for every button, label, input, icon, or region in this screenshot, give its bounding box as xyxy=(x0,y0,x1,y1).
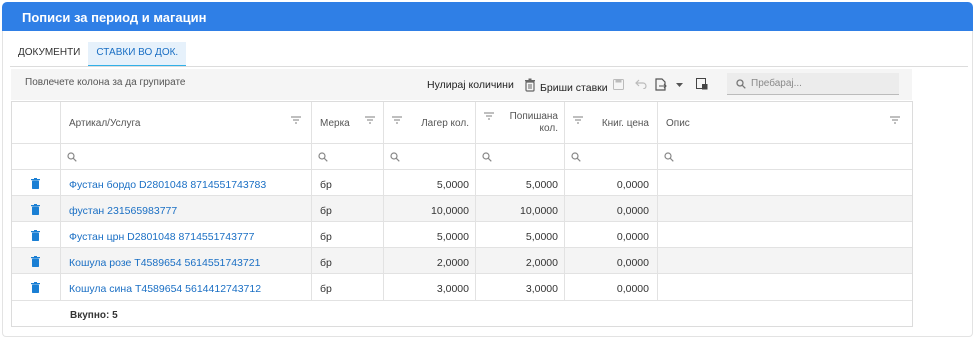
unit-cell: бр xyxy=(320,205,332,217)
trash-icon[interactable] xyxy=(31,230,40,244)
search-icon xyxy=(482,152,492,165)
header-description: Опис xyxy=(666,118,690,129)
search-icon xyxy=(318,152,328,165)
panel: Пописи за период и магацин ДОКУМЕНТИ СТА… xyxy=(0,0,975,339)
filter-icon[interactable] xyxy=(365,116,375,127)
filter-icon[interactable] xyxy=(890,116,900,127)
article-link[interactable]: Фустан бордо D2801048 8714551743783 xyxy=(69,179,266,191)
filter-icon[interactable] xyxy=(573,116,583,127)
stock-qty-cell: 10,0000 xyxy=(431,205,469,217)
counted-qty-cell: 5,0000 xyxy=(525,231,558,243)
search-icon xyxy=(664,152,674,165)
reset-quantities-button[interactable]: Нулирај количини xyxy=(427,79,514,91)
header-cell-stock-qty[interactable]: Лагер кол. xyxy=(384,102,476,143)
unit-cell: бр xyxy=(320,179,332,191)
tab-document-items[interactable]: СТАВКИ ВО ДОК. xyxy=(88,42,187,67)
tabs-divider xyxy=(10,66,968,67)
items-grid: Артикал/Услуга Мерка Лагер кол. Попишана… xyxy=(11,101,913,327)
filter-cell-actions xyxy=(12,144,61,169)
grid-header-row: Артикал/Услуга Мерка Лагер кол. Попишана… xyxy=(12,102,912,144)
unit-cell: бр xyxy=(320,231,332,243)
save-icon[interactable] xyxy=(611,77,625,91)
header-cell-description[interactable]: Опис xyxy=(658,102,912,143)
article-link[interactable]: Кошула розе T4589654 5614551743721 xyxy=(69,257,260,269)
trash-icon[interactable] xyxy=(523,78,537,92)
search-icon xyxy=(67,152,77,165)
header-stock-qty: Лагер кол. xyxy=(421,118,469,129)
search-icon xyxy=(571,152,581,165)
counted-qty-cell: 2,0000 xyxy=(525,257,558,269)
search-placeholder: Пребарај... xyxy=(751,78,802,89)
filter-icon[interactable] xyxy=(392,116,402,127)
header-article: Артикал/Услуга xyxy=(69,118,141,129)
filter-cell-unit[interactable] xyxy=(312,144,384,169)
article-link[interactable]: Кошула сина T4589654 5614412743712 xyxy=(69,283,261,295)
book-price-cell: 0,0000 xyxy=(616,231,649,243)
row-actions xyxy=(12,274,61,300)
unit-cell: бр xyxy=(320,283,332,295)
stock-qty-cell: 2,0000 xyxy=(436,257,469,269)
trash-icon[interactable] xyxy=(31,282,40,296)
header-cell-unit[interactable]: Мерка xyxy=(312,102,384,143)
panel-title: Пописи за период и магацин xyxy=(2,2,973,31)
counted-qty-cell: 3,0000 xyxy=(525,283,558,295)
counted-qty-cell: 5,0000 xyxy=(525,179,558,191)
header-counted-qty-line1: Попишана xyxy=(509,111,558,122)
stock-qty-cell: 3,0000 xyxy=(436,283,469,295)
stock-qty-cell: 5,0000 xyxy=(436,231,469,243)
article-link[interactable]: Фустан црн D2801048 8714551743777 xyxy=(69,231,254,243)
tab-bar: ДОКУМЕНТИ СТАВКИ ВО ДОК. xyxy=(10,42,187,67)
unit-cell: бр xyxy=(320,257,332,269)
header-cell-book-price[interactable]: Книг. цена xyxy=(565,102,658,143)
grid-total-summary: Вкупно: 5 xyxy=(70,310,118,321)
trash-icon[interactable] xyxy=(31,204,40,218)
book-price-cell: 0,0000 xyxy=(616,283,649,295)
stock-qty-cell: 5,0000 xyxy=(436,179,469,191)
filter-cell-article[interactable] xyxy=(61,144,312,169)
header-cell-article[interactable]: Артикал/Услуга xyxy=(61,102,312,143)
book-price-cell: 0,0000 xyxy=(616,179,649,191)
table-row: фустан 231565983777 бр 10,0000 10,0000 0… xyxy=(12,196,912,222)
undo-icon[interactable] xyxy=(634,77,648,91)
table-row: Фустан бордо D2801048 8714551743783 бр 5… xyxy=(12,170,912,196)
row-actions xyxy=(12,196,61,221)
header-counted-qty-line2: кол. xyxy=(539,123,558,134)
header-cell-actions xyxy=(12,102,61,143)
book-price-cell: 0,0000 xyxy=(616,205,649,217)
table-row: Фустан црн D2801048 8714551743777 бр 5,0… xyxy=(12,222,912,248)
trash-icon[interactable] xyxy=(31,256,40,270)
header-counted-qty: Попишана кол. xyxy=(510,111,558,135)
header-cell-counted-qty[interactable]: Попишана кол. xyxy=(476,102,565,143)
column-chooser-icon[interactable] xyxy=(695,77,709,91)
filter-icon[interactable] xyxy=(291,116,301,127)
chevron-down-icon[interactable] xyxy=(672,78,686,92)
group-panel-hint: Повлечете колона за да групирате xyxy=(25,77,186,88)
filter-row xyxy=(12,144,912,170)
filter-cell-book-price[interactable] xyxy=(565,144,658,169)
filter-cell-description[interactable] xyxy=(658,144,912,169)
search-input[interactable]: Пребарај... xyxy=(727,73,899,95)
row-actions xyxy=(12,170,61,195)
table-row: Кошула сина T4589654 5614412743712 бр 3,… xyxy=(12,274,912,301)
book-price-cell: 0,0000 xyxy=(616,257,649,269)
search-icon xyxy=(390,152,400,165)
counted-qty-cell: 10,0000 xyxy=(520,205,558,217)
filter-icon[interactable] xyxy=(484,112,494,123)
row-actions xyxy=(12,222,61,247)
export-icon[interactable] xyxy=(654,77,668,91)
header-book-price: Книг. цена xyxy=(601,118,649,129)
filter-cell-stock-qty[interactable] xyxy=(384,144,476,169)
trash-icon[interactable] xyxy=(31,178,40,192)
delete-items-button[interactable]: Бриши ставки xyxy=(540,82,608,94)
row-actions xyxy=(12,248,61,273)
tab-documents[interactable]: ДОКУМЕНТИ xyxy=(10,42,88,67)
filter-cell-counted-qty[interactable] xyxy=(476,144,565,169)
search-icon xyxy=(736,79,746,92)
header-unit: Мерка xyxy=(320,118,350,129)
article-link[interactable]: фустан 231565983777 xyxy=(69,205,177,217)
grid-toolbar: Повлечете колона за да групирате Нулирај… xyxy=(11,69,912,100)
table-row: Кошула розе T4589654 5614551743721 бр 2,… xyxy=(12,248,912,274)
